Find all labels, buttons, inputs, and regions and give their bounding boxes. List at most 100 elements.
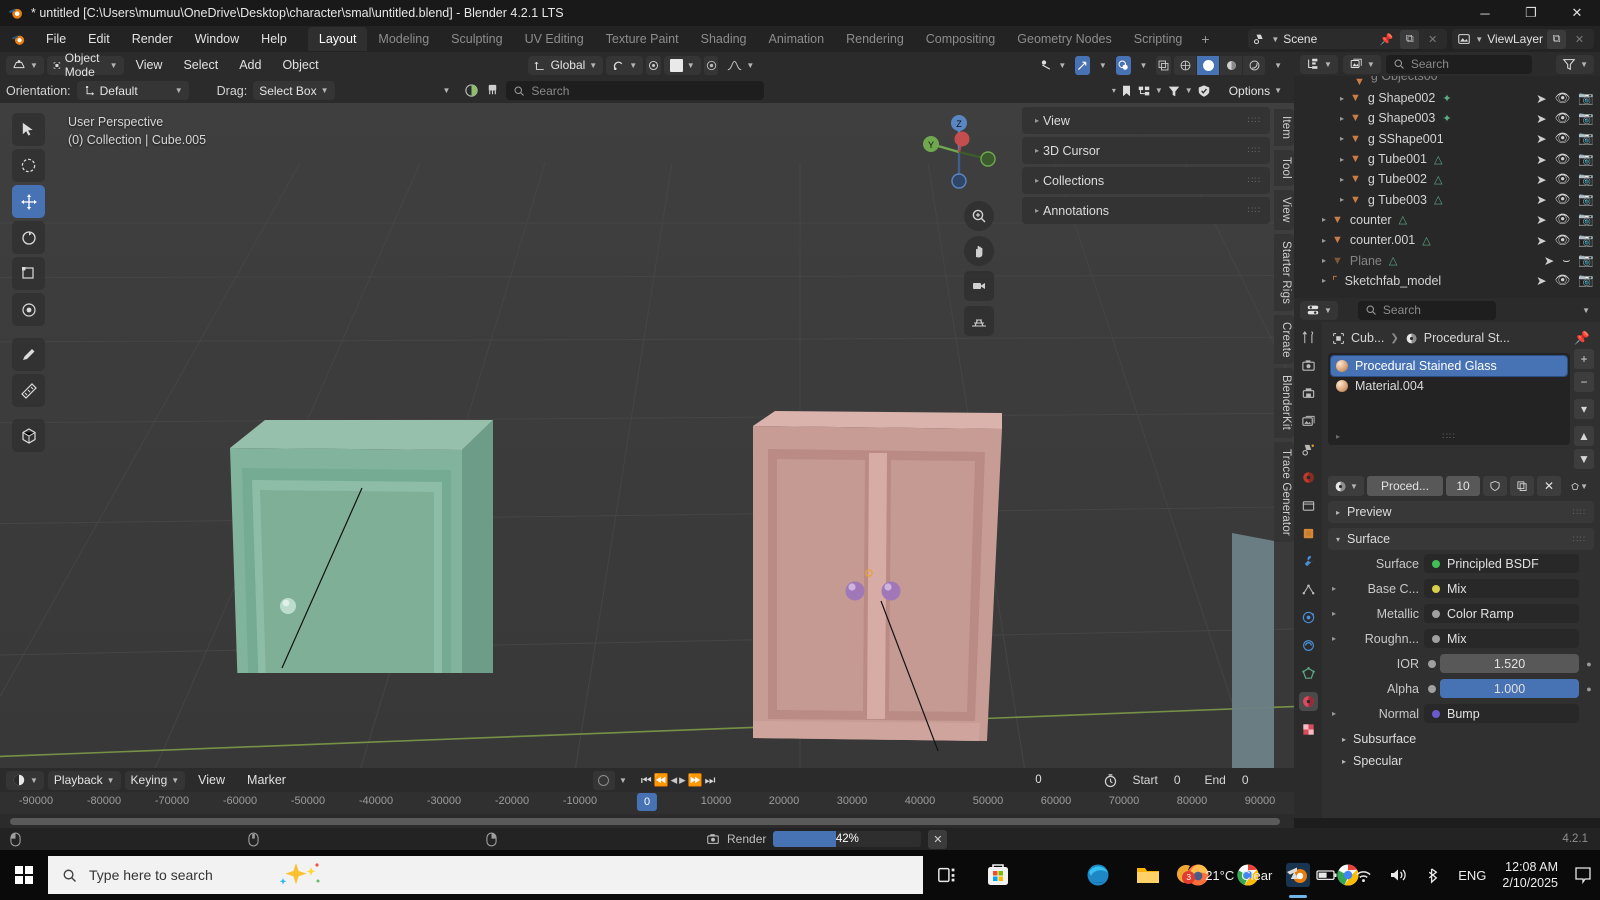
chevron-right-icon[interactable]: ▸ <box>1336 94 1348 103</box>
move-tool-button[interactable] <box>12 185 45 218</box>
node-socket-value[interactable]: Principled BSDF <box>1424 554 1579 573</box>
physics-properties-tab[interactable] <box>1299 608 1318 627</box>
viewport-menu-select[interactable]: Select <box>174 56 227 74</box>
move-slot-down-button[interactable]: ▼ <box>1574 449 1594 469</box>
cancel-render-button[interactable]: ✕ <box>928 829 948 849</box>
add-workspace-button[interactable]: + <box>1193 27 1217 51</box>
hide-in-viewport-icon[interactable]: 👁 <box>1555 111 1571 126</box>
scene-properties-tab[interactable] <box>1299 440 1318 459</box>
panel-collections[interactable]: ▸ Collections ∷∷ <box>1022 167 1270 194</box>
tab-rendering[interactable]: Rendering <box>835 27 915 51</box>
falloff-type-selector[interactable]: ▼ <box>721 56 760 75</box>
ior-value-field[interactable]: 1.520 <box>1440 654 1579 673</box>
panel-preview[interactable]: ▸ Preview ∷∷ <box>1328 501 1594 523</box>
timeline-view-menu[interactable]: View <box>189 771 234 789</box>
chevron-right-icon[interactable]: ▸ <box>1318 215 1330 224</box>
list-item[interactable]: Material.004 <box>1331 376 1567 396</box>
selectable-icon[interactable]: ➤ <box>1536 172 1546 187</box>
selectable-icon[interactable]: ➤ <box>1536 212 1546 227</box>
node-socket-value[interactable]: Bump <box>1424 704 1579 723</box>
selectable-icon[interactable]: ➤ <box>1544 253 1554 268</box>
menu-help[interactable]: Help <box>250 29 298 49</box>
play-reverse-button[interactable]: ◂ <box>671 772 678 788</box>
show-hidden-icons-button[interactable]: ▲ <box>1280 850 1308 900</box>
hide-in-viewport-icon[interactable]: 👁 <box>1555 233 1571 248</box>
tweak-tool-button[interactable] <box>12 113 45 146</box>
chevron-right-icon[interactable]: ▸ <box>1318 276 1330 285</box>
brush-icon[interactable] <box>485 83 500 98</box>
panel-surface[interactable]: ▾ Surface ∷∷ <box>1328 528 1594 550</box>
world-properties-tab[interactable] <box>1299 468 1318 487</box>
table-row[interactable]: ▸ ▼ g Shape003 ✦ ➤ 👁 📷 <box>1294 108 1600 128</box>
panel-specular[interactable]: ▸ Specular <box>1328 750 1594 772</box>
frame-start-field[interactable]: Start 0 <box>1122 771 1191 789</box>
visibility-selector[interactable]: ▼ <box>1033 56 1072 75</box>
overlay-options[interactable]: ▼ <box>1134 56 1154 75</box>
bookmark-icon[interactable] <box>1120 84 1133 98</box>
disable-in-renders-icon[interactable]: 📷 <box>1578 192 1594 207</box>
interaction-mode-selector[interactable]: Object Mode ▼ <box>46 51 124 79</box>
properties-editor[interactable]: ▼ Search ▼ Cub... ❯ Procedural St... 📌 P… <box>1294 298 1600 818</box>
material-properties-tab[interactable] <box>1298 692 1318 711</box>
blender-menu-icon[interactable] <box>10 31 27 48</box>
outliner-editor[interactable]: ▼ ▼ Search ▼ ▼ g Objects00 ▸ ▼ g Shape00… <box>1294 52 1600 298</box>
taskbar-search-input[interactable]: Type here to search <box>48 856 923 894</box>
xray-toggle[interactable] <box>1156 55 1172 75</box>
add-material-slot-button[interactable]: + <box>1574 349 1594 369</box>
select-box-tool-button[interactable] <box>12 149 45 182</box>
node-socket-value[interactable]: Color Ramp <box>1424 604 1579 623</box>
outliner-editor-type[interactable]: ▼ <box>1300 54 1338 74</box>
rotate-tool-button[interactable] <box>12 221 45 254</box>
jump-to-start-button[interactable]: ⏮ <box>641 773 652 788</box>
copilot-button[interactable] <box>1023 850 1073 900</box>
task-view-button[interactable] <box>923 850 973 900</box>
collection-properties-tab[interactable] <box>1299 496 1318 515</box>
tab-animation[interactable]: Animation <box>758 27 836 51</box>
material-users-count[interactable]: 10 <box>1446 476 1480 496</box>
chevron-right-icon[interactable]: ▸ <box>1328 584 1340 593</box>
list-item[interactable]: Procedural Stained Glass <box>1330 355 1568 377</box>
sidebar-tab-tool[interactable]: Tool <box>1274 150 1294 187</box>
panel-3d-cursor[interactable]: ▸ 3D Cursor ∷∷ <box>1022 137 1270 164</box>
tab-shading[interactable]: Shading <box>690 27 758 51</box>
constraint-properties-tab[interactable] <box>1299 636 1318 655</box>
weather-widget[interactable]: 3 21°C Clear <box>1166 850 1280 900</box>
pin-icon[interactable]: 📌 <box>1377 30 1396 49</box>
modifier-properties-tab[interactable] <box>1299 552 1318 571</box>
selectable-icon[interactable]: ➤ <box>1536 233 1546 248</box>
disable-in-renders-icon[interactable]: 📷 <box>1578 233 1594 248</box>
chevron-down-icon[interactable]: ▼ <box>619 776 627 785</box>
table-row[interactable]: ▸ ⌜ Sketchfab_model ➤ 👁 📷 <box>1294 271 1600 291</box>
shading-rendered[interactable] <box>1243 55 1266 75</box>
disable-in-renders-icon[interactable]: 📷 <box>1578 172 1594 187</box>
outliner-display-mode[interactable]: ▼ <box>1342 54 1381 74</box>
chevron-right-icon[interactable]: ▸ <box>1328 709 1340 718</box>
annotate-tool-button[interactable] <box>12 338 45 371</box>
table-row[interactable]: ▸ ▼ g Tube002 △ ➤ 👁 📷 <box>1294 169 1600 189</box>
microsoft-store-button[interactable] <box>973 850 1023 900</box>
mesh-data-icon[interactable]: △ <box>1389 254 1397 267</box>
start-button[interactable] <box>0 850 48 900</box>
chevron-down-icon[interactable]: ▼ <box>1185 86 1193 95</box>
viewlayer-properties-tab[interactable] <box>1299 412 1318 431</box>
table-row[interactable]: ▸ ▼ counter △ ➤ 👁 📷 <box>1294 210 1600 230</box>
timeline-marker-menu[interactable]: Marker <box>238 771 295 789</box>
list-resize-grip[interactable]: ▸ ∷∷ <box>1328 429 1570 443</box>
delete-scene-icon[interactable]: ✕ <box>1423 30 1442 49</box>
hide-in-viewport-icon[interactable]: 👁 <box>1555 212 1571 227</box>
render-properties-tab[interactable] <box>1299 356 1318 375</box>
minimize-button[interactable]: ─ <box>1462 0 1508 26</box>
search-input[interactable]: Search <box>506 81 765 100</box>
clock-widget[interactable]: 12:08 AM 2/10/2025 <box>1494 850 1566 900</box>
chevron-right-icon[interactable]: ▸ <box>1336 114 1348 123</box>
disable-in-renders-icon[interactable]: 📷 <box>1578 152 1594 167</box>
disable-in-renders-icon[interactable]: 📷 <box>1578 131 1594 146</box>
network-status-button[interactable] <box>1346 850 1381 900</box>
show-gizmo-toggle[interactable] <box>1075 55 1090 75</box>
menu-render[interactable]: Render <box>121 29 184 49</box>
duplicate-material-button[interactable] <box>1510 476 1534 496</box>
panel-subsurface[interactable]: ▸ Subsurface <box>1328 728 1594 750</box>
tab-geometry-nodes[interactable]: Geometry Nodes <box>1006 27 1122 51</box>
disable-in-renders-icon[interactable]: 📷 <box>1578 111 1594 126</box>
unlink-material-button[interactable]: ✕ <box>1537 476 1561 496</box>
